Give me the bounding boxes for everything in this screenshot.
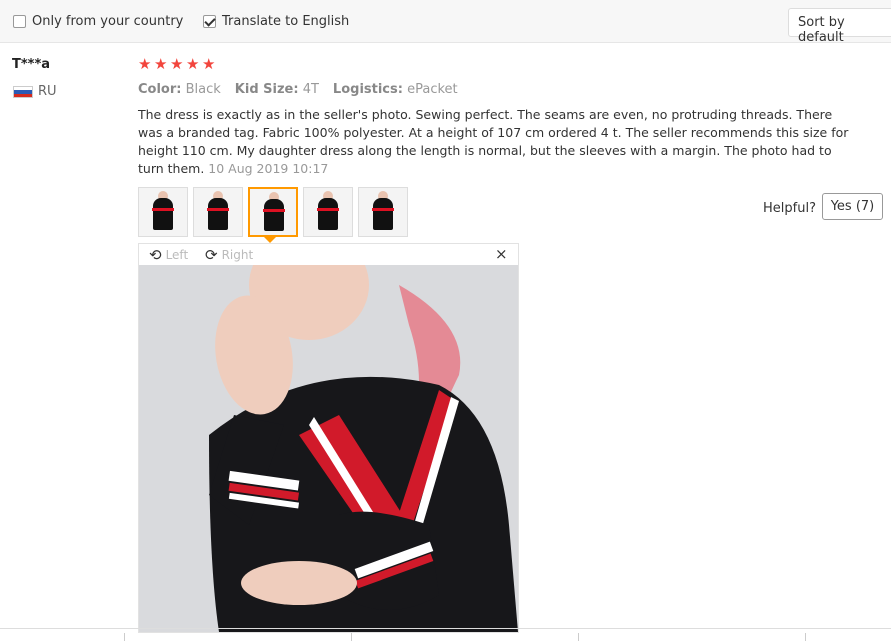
reviewer-name: T***a <box>12 57 51 72</box>
review-text: The dress is exactly as in the seller's … <box>138 106 858 178</box>
rotate-left-icon: ⟲ <box>149 246 162 264</box>
only-from-your-country-checkbox[interactable]: Only from your country <box>13 14 183 29</box>
review-photo <box>139 265 518 632</box>
close-icon[interactable]: × <box>495 245 508 263</box>
review-photo-thumbnail[interactable] <box>248 187 298 237</box>
rotate-right-icon: ⟳ <box>205 246 218 264</box>
reviewer-country: RU <box>38 84 57 99</box>
helpful-label: Helpful? <box>763 201 816 216</box>
rotate-left-button[interactable]: ⟲ Left <box>149 246 188 264</box>
review-photo-thumbnail[interactable] <box>358 187 408 237</box>
order-attributes: Color: Black Kid Size: 4T Logistics: ePa… <box>138 82 458 97</box>
active-thumb-pointer-icon <box>263 236 277 243</box>
star-icon: ★ <box>154 55 168 73</box>
review-photo-thumbnail[interactable] <box>138 187 188 237</box>
star-icon: ★ <box>186 55 200 73</box>
sort-dropdown[interactable]: Sort by default <box>788 8 891 45</box>
star-icon: ★ <box>138 55 152 73</box>
rotate-right-label: Right <box>221 248 254 262</box>
translate-to-english-label: Translate to English <box>222 14 350 29</box>
only-from-your-country-label: Only from your country <box>32 14 184 29</box>
star-rating: ★ ★ ★ ★ ★ <box>138 55 216 73</box>
kid-size-label: Kid Size: <box>234 82 299 97</box>
russia-flag-icon <box>13 86 33 98</box>
checkbox-box[interactable] <box>13 15 26 28</box>
photo-viewer: ⟲ Left ⟳ Right × <box>138 243 519 633</box>
rotate-left-label: Left <box>165 248 189 262</box>
review-photo-thumbnail[interactable] <box>303 187 353 237</box>
child-in-dress-photo <box>139 265 518 632</box>
checkbox-box-checked[interactable] <box>203 15 216 28</box>
color-value: Black <box>185 82 221 97</box>
kid-size-value: 4T <box>302 82 319 97</box>
helpful-yes-button[interactable]: Yes (7) <box>822 193 883 220</box>
star-icon: ★ <box>170 55 184 73</box>
footer-divider <box>0 628 891 641</box>
viewer-toolbar: ⟲ Left ⟳ Right × <box>139 244 518 265</box>
translate-to-english-checkbox[interactable]: Translate to English <box>203 14 349 29</box>
color-label: Color: <box>138 82 182 97</box>
star-icon: ★ <box>202 55 216 73</box>
filter-bar: Only from your country Translate to Engl… <box>0 0 891 45</box>
logistics-label: Logistics: <box>332 82 403 97</box>
review-photo-thumbnail[interactable] <box>193 187 243 237</box>
review-date: 10 Aug 2019 10:17 <box>208 161 329 176</box>
logistics-value: ePacket <box>407 82 458 97</box>
review-photo-thumbnails <box>138 187 408 237</box>
rotate-right-button[interactable]: ⟳ Right <box>205 246 253 264</box>
